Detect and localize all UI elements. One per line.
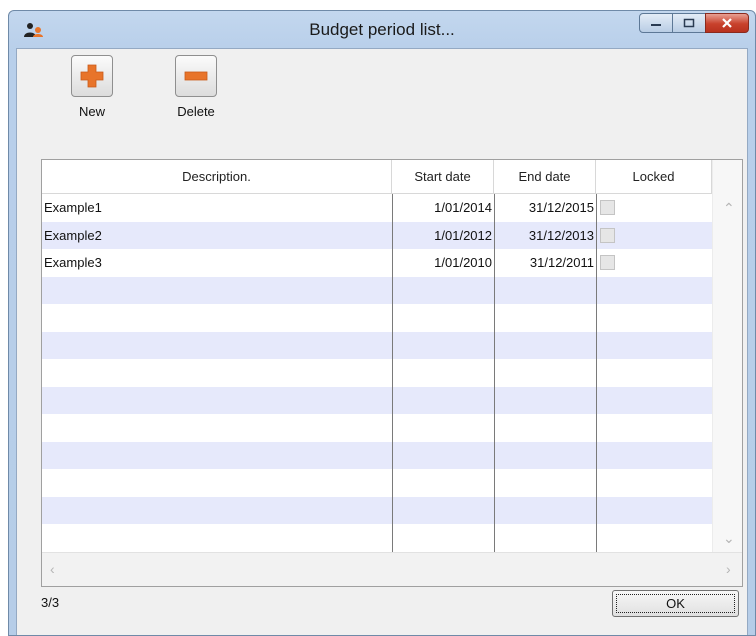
empty-row — [42, 331, 712, 359]
column-header-locked[interactable]: Locked — [596, 160, 712, 193]
minimize-icon — [651, 24, 661, 26]
end-date-cell: 31/12/2011 — [529, 255, 594, 270]
record-count: 3/3 — [41, 595, 60, 610]
locked-checkbox[interactable] — [600, 200, 615, 215]
column-header-start-date[interactable]: Start date — [392, 160, 494, 193]
new-icon-frame — [71, 55, 113, 97]
empty-row — [42, 441, 712, 469]
delete-label: Delete — [177, 104, 215, 119]
column-divider — [596, 194, 597, 552]
ok-button-label: OK — [616, 594, 735, 613]
budget-period-table[interactable]: Description. Start date End date Locked … — [41, 159, 743, 587]
maximize-button[interactable] — [672, 13, 706, 33]
empty-row — [42, 414, 712, 442]
table-body: Example1 1/01/2014 31/12/2015 Example2 1… — [42, 194, 712, 552]
empty-row — [42, 386, 712, 414]
description-cell: Example3 — [44, 255, 102, 270]
start-date-cell: 1/01/2010 — [434, 255, 492, 270]
minimize-button[interactable] — [639, 13, 673, 33]
empty-row — [42, 524, 712, 552]
start-date-cell: 1/01/2012 — [434, 227, 492, 243]
delete-button[interactable]: Delete — [161, 55, 231, 119]
end-date-cell: 31/12/2013 — [528, 227, 594, 243]
empty-row — [42, 276, 712, 304]
table-header: Description. Start date End date Locked — [42, 160, 742, 194]
vertical-scrollbar[interactable]: ⌃ ⌄ — [712, 160, 742, 552]
delete-icon-frame — [175, 55, 217, 97]
column-header-end-date[interactable]: End date — [494, 160, 596, 193]
locked-checkbox[interactable] — [600, 255, 615, 270]
description-cell: Example1 — [44, 200, 102, 215]
table-row[interactable]: Example2 1/01/2012 31/12/2013 — [42, 221, 712, 249]
window-client-area: New Delete Description. Start date End d… — [16, 48, 748, 635]
end-date-cell: 31/12/2015 — [528, 200, 594, 215]
scroll-right-icon[interactable]: › — [726, 561, 731, 577]
start-date-cell: 1/01/2014 — [434, 200, 492, 215]
scroll-down-icon[interactable]: ⌄ — [723, 530, 735, 547]
column-divider — [494, 194, 495, 552]
empty-row — [42, 359, 712, 387]
table-row[interactable]: Example1 1/01/2014 31/12/2015 — [42, 194, 712, 222]
empty-row — [42, 496, 712, 524]
horizontal-scrollbar[interactable]: ‹ › — [42, 552, 742, 586]
description-cell: Example2 — [44, 227, 102, 243]
plus-icon — [80, 64, 104, 88]
scroll-up-icon[interactable]: ⌃ — [723, 200, 735, 217]
new-label: New — [78, 104, 105, 119]
minus-icon — [184, 71, 208, 81]
empty-row — [42, 304, 712, 332]
table-row[interactable]: Example3 1/01/2010 31/12/2011 — [42, 249, 712, 277]
maximize-icon — [683, 18, 695, 28]
column-divider — [392, 194, 393, 552]
empty-row — [42, 469, 712, 497]
locked-checkbox[interactable] — [600, 227, 615, 243]
close-button[interactable] — [705, 13, 749, 33]
close-icon — [722, 18, 732, 28]
title-bar[interactable]: Budget period list... — [9, 11, 755, 47]
budget-period-window: Budget period list... New Delete Descrip… — [8, 10, 756, 636]
scroll-left-icon[interactable]: ‹ — [50, 561, 55, 577]
new-button[interactable]: New — [57, 55, 127, 119]
column-header-description[interactable]: Description. — [42, 160, 392, 193]
ok-button[interactable]: OK — [612, 590, 739, 617]
